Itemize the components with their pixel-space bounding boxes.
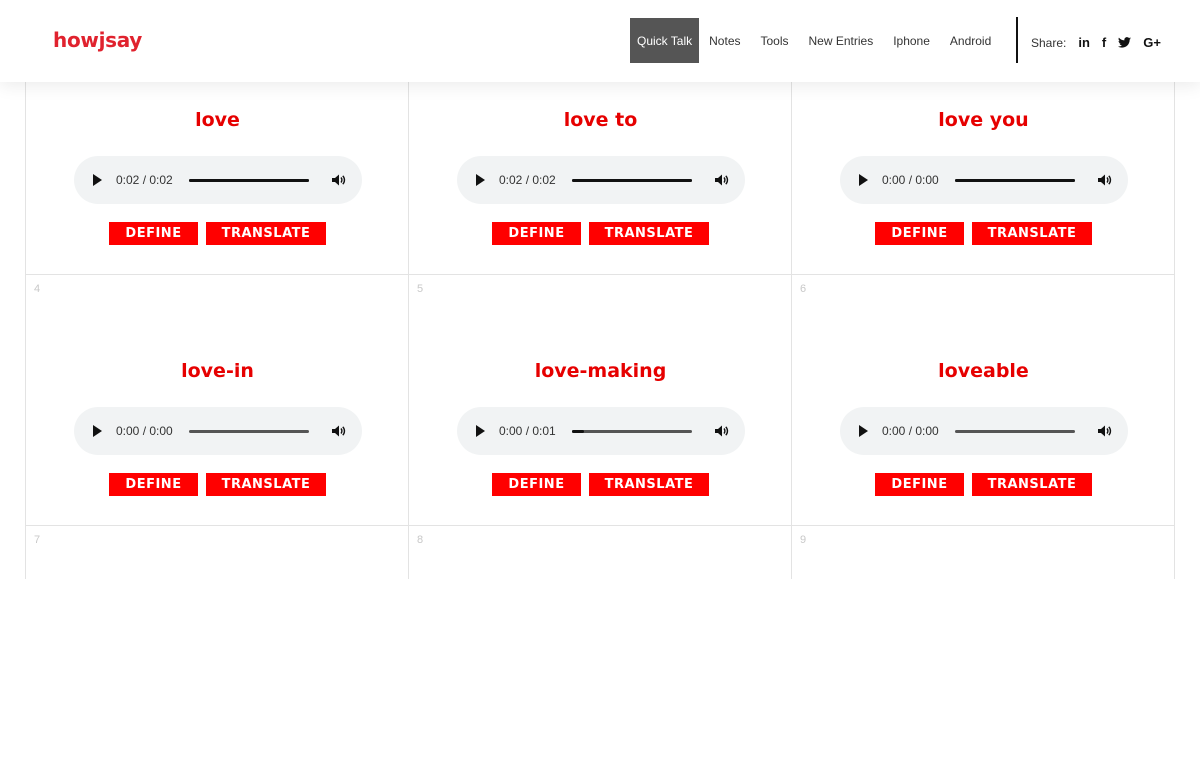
audio-progress-track[interactable] [189, 179, 309, 182]
translate-button[interactable]: TRANSLATE [972, 222, 1092, 245]
translate-button[interactable]: TRANSLATE [589, 222, 709, 245]
play-icon[interactable] [93, 174, 102, 186]
audio-time: 0:00 / 0:01 [499, 424, 556, 438]
audio-time: 0:02 / 0:02 [499, 173, 556, 187]
card-number: 9 [800, 534, 807, 546]
volume-icon[interactable] [713, 172, 729, 188]
audio-progress-track[interactable] [572, 430, 692, 433]
word-card: 5 love-making 0:00 / 0:01 DEFINE TRANSLATE [409, 275, 792, 525]
play-icon[interactable] [859, 425, 868, 437]
nav-new-entries[interactable]: New Entries [799, 18, 884, 63]
play-icon[interactable] [476, 174, 485, 186]
word-card: 6 loveable 0:00 / 0:00 DEFINE TRANSLATE [792, 275, 1175, 525]
audio-player[interactable]: 0:00 / 0:00 [840, 407, 1128, 455]
audio-time: 0:02 / 0:02 [116, 173, 173, 187]
audio-progress-track[interactable] [189, 430, 309, 433]
define-button[interactable]: DEFINE [492, 473, 581, 496]
word-title[interactable]: love [26, 109, 409, 131]
share-label: Share: [1031, 35, 1067, 50]
audio-progress-track[interactable] [955, 430, 1075, 433]
translate-button[interactable]: TRANSLATE [972, 473, 1092, 496]
audio-player[interactable]: 0:00 / 0:01 [457, 407, 745, 455]
audio-time: 0:00 / 0:00 [882, 173, 939, 187]
card-number: 7 [34, 534, 41, 546]
define-button[interactable]: DEFINE [109, 473, 198, 496]
main-nav: Quick Talk Notes Tools New Entries Iphon… [630, 18, 1001, 63]
play-icon[interactable] [93, 425, 102, 437]
define-button[interactable]: DEFINE [875, 222, 964, 245]
card-number: 8 [417, 534, 424, 546]
audio-time: 0:00 / 0:00 [882, 424, 939, 438]
translate-button[interactable]: TRANSLATE [206, 222, 326, 245]
play-icon[interactable] [476, 425, 485, 437]
word-title[interactable]: love-in [26, 360, 409, 382]
nav-tools[interactable]: Tools [751, 18, 799, 63]
audio-player[interactable]: 0:02 / 0:02 [74, 156, 362, 204]
nav-quick-talk[interactable]: Quick Talk [630, 18, 700, 63]
site-header: howjsay Quick Talk Notes Tools New Entri… [0, 0, 1200, 82]
word-title[interactable]: love you [792, 109, 1175, 131]
volume-icon[interactable] [1096, 423, 1112, 439]
volume-icon[interactable] [1096, 172, 1112, 188]
play-icon[interactable] [859, 174, 868, 186]
define-button[interactable]: DEFINE [492, 222, 581, 245]
twitter-icon[interactable] [1118, 37, 1132, 48]
google-plus-icon[interactable]: G+ [1143, 35, 1161, 50]
translate-button[interactable]: TRANSLATE [206, 473, 326, 496]
card-number: 4 [34, 283, 41, 295]
translate-button[interactable]: TRANSLATE [589, 473, 709, 496]
audio-progress-fill [572, 179, 692, 182]
nav-notes[interactable]: Notes [699, 18, 750, 63]
word-title[interactable]: loveable [792, 360, 1175, 382]
audio-player[interactable]: 0:00 / 0:00 [74, 407, 362, 455]
audio-progress-fill [955, 179, 1075, 182]
volume-icon[interactable] [330, 172, 346, 188]
audio-progress-track[interactable] [955, 179, 1075, 182]
nav-android[interactable]: Android [940, 18, 1001, 63]
linkedin-icon[interactable]: in [1078, 35, 1090, 50]
volume-icon[interactable] [713, 423, 729, 439]
volume-icon[interactable] [330, 423, 346, 439]
word-title[interactable]: love to [409, 109, 792, 131]
define-button[interactable]: DEFINE [875, 473, 964, 496]
audio-time: 0:00 / 0:00 [116, 424, 173, 438]
logo[interactable]: howjsay [53, 28, 142, 52]
card-number: 6 [800, 283, 807, 295]
facebook-icon[interactable]: f [1102, 35, 1106, 50]
share-bar: Share: in f G+ [1031, 35, 1161, 50]
word-title[interactable]: love-making [409, 360, 792, 382]
audio-progress-fill [572, 430, 584, 433]
card-number: 5 [417, 283, 424, 295]
nav-iphone[interactable]: Iphone [883, 18, 940, 63]
audio-player[interactable]: 0:00 / 0:00 [840, 156, 1128, 204]
nav-divider [1016, 17, 1018, 63]
word-card: 7 [26, 526, 409, 776]
define-button[interactable]: DEFINE [109, 222, 198, 245]
word-card: 4 love-in 0:00 / 0:00 DEFINE TRANSLATE [26, 275, 409, 525]
audio-progress-track[interactable] [572, 179, 692, 182]
audio-player[interactable]: 0:02 / 0:02 [457, 156, 745, 204]
audio-progress-fill [189, 179, 309, 182]
word-card: 8 [409, 526, 792, 776]
word-card: 9 [792, 526, 1175, 776]
